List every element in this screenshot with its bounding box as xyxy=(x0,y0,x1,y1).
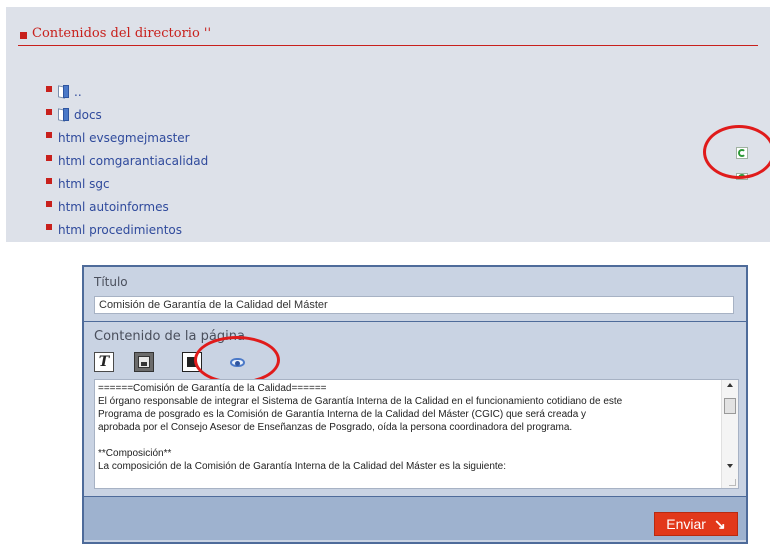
folder-icon xyxy=(58,84,70,99)
file-label[interactable]: html procedimientos xyxy=(58,223,182,237)
list-item-html-file[interactable]: html evsegmejmaster xyxy=(46,126,208,149)
list-item-html-file[interactable]: html sgc xyxy=(46,172,208,195)
arrow-down-right-icon: ↘ xyxy=(713,516,726,532)
title-input[interactable]: Comisión de Garantía de la Calidad del M… xyxy=(94,296,734,314)
sync-icon[interactable] xyxy=(736,147,748,159)
editor-footer: Enviar ↘ xyxy=(84,497,746,540)
section-divider xyxy=(84,321,746,322)
directory-title: Contenidos del directorio '' xyxy=(32,26,212,41)
content-textarea[interactable]: ======Comisión de Garantía de la Calidad… xyxy=(94,379,739,489)
list-item-html-file[interactable]: html comgarantiacalidad xyxy=(46,149,208,172)
content-line: ======Comisión de Garantía de la Calidad… xyxy=(98,383,327,394)
scroll-thumb[interactable] xyxy=(724,398,736,414)
scroll-up-icon[interactable] xyxy=(727,383,733,387)
bullet-icon xyxy=(46,154,52,161)
directory-panel: Contenidos del directorio '' .. docs htm… xyxy=(6,7,770,242)
content-line xyxy=(98,434,721,447)
title-field-label: Título xyxy=(94,275,128,289)
list-item-html-file[interactable]: html procedimientos xyxy=(46,218,208,241)
list-item-parent-folder[interactable]: .. xyxy=(46,80,208,103)
submit-label: Enviar xyxy=(666,516,706,532)
content-line: **Composición** xyxy=(98,448,172,459)
content-text: ======Comisión de Garantía de la Calidad… xyxy=(98,382,721,473)
directory-title-underline xyxy=(18,45,758,46)
save-icon[interactable] xyxy=(134,352,154,372)
file-label[interactable]: html autoinformes xyxy=(58,200,169,214)
bullet-icon xyxy=(46,200,52,207)
image-icon[interactable] xyxy=(182,352,202,372)
bold-icon[interactable]: T xyxy=(94,352,114,372)
content-field-label: Contenido de la página xyxy=(94,329,245,344)
sync-icon[interactable] xyxy=(736,173,748,180)
content-line: La composición de la Comisión de Garantí… xyxy=(98,461,507,472)
page-editor-panel: Título Comisión de Garantía de la Calida… xyxy=(82,265,748,544)
bullet-icon xyxy=(46,131,52,138)
resize-grip-icon[interactable] xyxy=(729,479,736,486)
content-line: El órgano responsable de integrar el Sis… xyxy=(98,396,623,407)
file-label[interactable]: html comgarantiacalidad xyxy=(58,154,208,168)
section-bullet-icon xyxy=(20,32,27,39)
file-label[interactable]: html sgc xyxy=(58,177,110,191)
bullet-icon xyxy=(46,177,52,184)
file-label[interactable]: docs xyxy=(74,108,102,122)
scroll-down-icon[interactable] xyxy=(727,464,733,468)
directory-header: Contenidos del directorio '' xyxy=(20,24,770,46)
file-list: .. docs html evsegmejmaster html comgara… xyxy=(46,80,208,241)
folder-icon xyxy=(58,107,70,122)
file-label[interactable]: .. xyxy=(74,85,82,99)
list-item-html-file[interactable]: html autoinformes xyxy=(46,195,208,218)
content-line: aprobada por el Consejo Asesor de Enseña… xyxy=(98,422,573,433)
list-item-docs-folder[interactable]: docs xyxy=(46,103,208,126)
content-line: Programa de posgrado es la Comisión de G… xyxy=(98,409,587,420)
submit-button[interactable]: Enviar ↘ xyxy=(654,512,738,536)
vertical-scrollbar[interactable] xyxy=(721,380,738,488)
bullet-icon xyxy=(46,108,52,115)
file-label[interactable]: html evsegmejmaster xyxy=(58,131,190,145)
bullet-icon xyxy=(46,85,52,92)
bullet-icon xyxy=(46,223,52,230)
preview-eye-icon[interactable] xyxy=(229,355,247,371)
bold-glyph: T xyxy=(98,354,110,370)
